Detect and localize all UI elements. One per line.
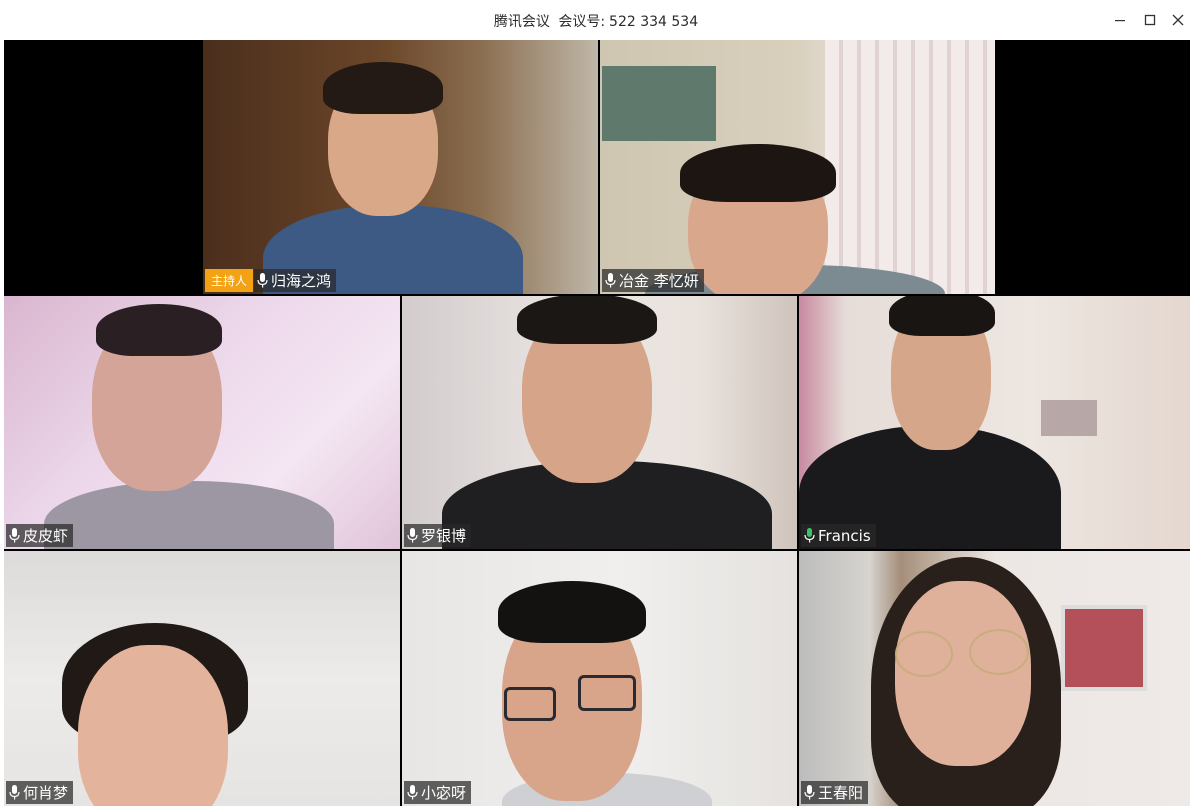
glasses-right: [969, 629, 1029, 675]
participant-name: 冶金 李忆妍: [619, 272, 699, 290]
video-tile-5[interactable]: Francis: [799, 296, 1190, 549]
participant-label: 王春阳: [801, 781, 869, 804]
mic-icon: [9, 785, 20, 800]
participant-label: 冶金 李忆妍: [602, 269, 704, 292]
video-tile-7[interactable]: 小宓呀: [402, 551, 797, 806]
mic-icon-active: [804, 528, 815, 543]
mic-icon: [9, 528, 20, 543]
participant-video: [402, 296, 797, 549]
participant-name: 小宓呀: [421, 784, 467, 802]
meeting-id: 522 334 534: [609, 14, 699, 30]
participant-label: 主持人 归海之鸿: [205, 269, 337, 292]
participant-label: 罗银博: [404, 524, 472, 547]
participant-video: [600, 40, 995, 294]
participant-name: 何肖梦: [23, 784, 69, 802]
participant-video: [799, 296, 1190, 549]
participant-name-tag: 小宓呀: [404, 781, 472, 804]
glasses-left: [895, 631, 953, 677]
close-icon: [1172, 14, 1184, 26]
video-tile-6[interactable]: 何肖梦: [4, 551, 400, 806]
participant-name-tag: 皮皮虾: [6, 524, 74, 547]
video-tile-4[interactable]: 罗银博: [402, 296, 797, 549]
glasses-left: [504, 687, 556, 721]
mic-icon: [407, 785, 418, 800]
glasses-right: [578, 675, 636, 711]
participant-label: 皮皮虾: [6, 524, 74, 547]
wall-poster: [602, 66, 716, 141]
participant-name-tag: 王春阳: [801, 781, 869, 804]
participant-video: [203, 40, 598, 294]
participant-video: [4, 296, 400, 549]
mic-icon: [407, 528, 418, 543]
meeting-id-label: 会议号:: [558, 14, 606, 30]
wall-picture: [1061, 605, 1147, 691]
participant-video: [799, 551, 1190, 806]
mic-icon: [605, 273, 616, 288]
title-bar: 腾讯会议 会议号: 522 334 534: [0, 0, 1192, 40]
minimize-button[interactable]: [1106, 6, 1134, 34]
participant-name: 归海之鸿: [271, 272, 332, 290]
participant-name-tag: 冶金 李忆妍: [602, 269, 704, 292]
participant-name-tag: 归海之鸿: [254, 269, 337, 292]
participant-name: 皮皮虾: [23, 527, 69, 545]
participant-name-tag: 罗银博: [404, 524, 472, 547]
maximize-icon: [1144, 14, 1156, 26]
participant-video: [402, 551, 797, 806]
participant-label: 小宓呀: [404, 781, 472, 804]
maximize-button[interactable]: [1136, 6, 1164, 34]
participant-name: 王春阳: [818, 784, 864, 802]
participant-video: [4, 551, 400, 806]
participant-name-tag: Francis: [801, 524, 876, 547]
video-tile-host[interactable]: 主持人 归海之鸿: [203, 40, 598, 294]
mic-icon: [804, 785, 815, 800]
close-button[interactable]: [1164, 6, 1192, 34]
minimize-icon: [1115, 20, 1125, 22]
host-badge: 主持人: [205, 269, 254, 292]
participant-name: Francis: [818, 526, 871, 545]
participant-name-tag: 何肖梦: [6, 781, 74, 804]
wall-photo: [1041, 400, 1097, 436]
video-tile-3[interactable]: 皮皮虾: [4, 296, 400, 549]
participant-name: 罗银博: [421, 527, 467, 545]
mic-icon: [257, 273, 268, 288]
video-tile-8[interactable]: 王春阳: [799, 551, 1190, 806]
app-name: 腾讯会议: [493, 14, 550, 30]
video-grid: 主持人 归海之鸿 冶金 李忆妍 皮皮虾 罗银博 Francis 何肖梦 小宓呀 …: [4, 40, 1190, 806]
participant-label: 何肖梦: [6, 781, 74, 804]
participant-label: Francis: [801, 524, 876, 547]
window-title: 腾讯会议 会议号: 522 334 534: [0, 11, 1192, 31]
video-tile-2[interactable]: 冶金 李忆妍: [600, 40, 995, 294]
curtain: [825, 40, 995, 294]
